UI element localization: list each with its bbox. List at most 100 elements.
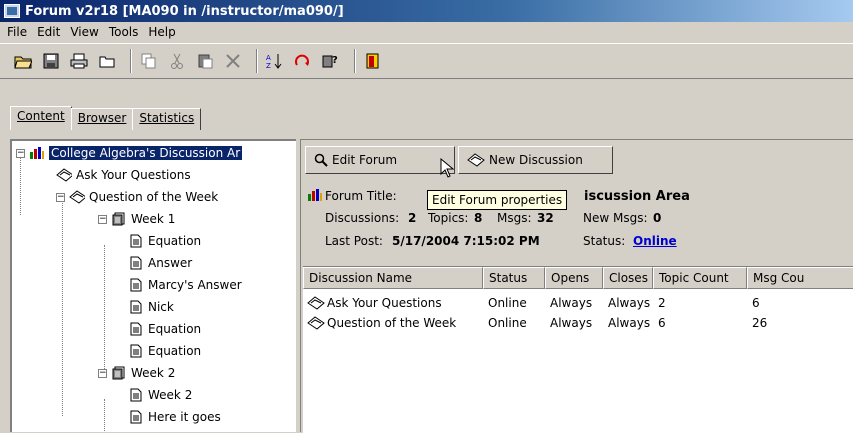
sort-icon[interactable]: AZ [264,50,286,72]
tooltip: Edit Forum properties [427,190,568,210]
discussion-icon [307,316,325,330]
message-icon [128,322,144,336]
column-topic-count[interactable]: Topic Count [653,267,747,289]
tree-item-message[interactable]: Equation [128,230,201,252]
new-msgs-label: New Msgs: [583,211,648,225]
save-icon[interactable] [40,50,62,72]
cell-topic-count: 6 [658,316,666,330]
collapse-icon[interactable]: − [98,368,107,378]
menu-file[interactable]: File [4,25,34,39]
cell-opens: Always [550,316,593,330]
status-link[interactable]: Online [633,234,677,248]
tab-browser[interactable]: Browser [70,108,134,130]
cut-icon[interactable] [166,50,188,72]
new-discussion-button[interactable]: New Discussion [458,146,613,174]
tree-item-message[interactable]: Here it goes [128,406,221,428]
tree-item-ask-your-questions[interactable]: Ask Your Questions [56,164,191,186]
toolbar-separator [256,49,258,73]
menu-help[interactable]: Help [145,25,182,39]
toolbar-separator [130,49,132,73]
menu-tools[interactable]: Tools [106,25,146,39]
message-icon [128,388,144,402]
discussions-value: 2 [408,211,417,225]
folder-icon[interactable] [96,50,118,72]
print-icon[interactable] [68,50,90,72]
refresh-icon[interactable] [292,50,314,72]
tree-item-message[interactable]: Answer [128,252,192,274]
window-title: Forum v2r18 [MA090 in /instructor/ma090/… [25,3,344,19]
topics-label: Topics: [428,211,469,225]
tree-item-week-2[interactable]: − Week 2 [98,362,175,384]
column-closes[interactable]: Closes [603,267,653,289]
column-opens[interactable]: Opens [545,267,603,289]
cell-msg-count: 6 [752,296,760,310]
paste-icon[interactable] [194,50,216,72]
help-icon[interactable]: ? [320,50,342,72]
discussion-list[interactable]: Discussion Name Status Opens Closes Topi… [303,266,853,433]
open-folder-icon[interactable] [12,50,34,72]
topics-value: 8 [474,211,483,225]
column-msg-count[interactable]: Msg Cou [747,267,853,289]
forum-icon [29,146,45,160]
menu-edit[interactable]: Edit [34,25,67,39]
tree-item-week-1[interactable]: − Week 1 [98,208,175,230]
svg-text:A: A [266,54,271,62]
tree-item-message[interactable]: Week 2 [128,384,192,406]
tree-line [62,201,63,416]
edit-forum-button[interactable]: Edit Forum [305,146,455,174]
menu-view[interactable]: View [67,25,105,39]
status-label: Status: [583,234,626,248]
forum-tree[interactable]: − College Algebra's Discussion Ar Ask Yo… [10,139,296,432]
message-icon [128,256,144,270]
forum-icon [307,188,323,205]
message-icon [128,300,144,314]
topic-icon [111,366,127,380]
msgs-label: Msgs: [497,211,532,225]
message-icon [128,410,144,424]
tree-line [104,245,105,371]
forum-title-value: iscussion Area [584,189,690,204]
app-icon [4,4,20,18]
menu-bar: File Edit View Tools Help [0,22,853,42]
tab-statistics[interactable]: Statistics [132,108,202,130]
tree-line [20,157,21,215]
cell-name: Ask Your Questions [303,296,483,310]
copy-icon[interactable] [138,50,160,72]
discussion-icon [307,296,325,310]
collapse-icon[interactable]: − [56,192,65,202]
cell-closes: Always [608,296,651,310]
svg-text:Z: Z [266,62,271,69]
discussion-icon [69,190,85,204]
delete-icon[interactable] [222,50,244,72]
message-icon [128,278,144,292]
collapse-icon[interactable]: − [16,148,25,158]
svg-text:?: ? [332,55,338,66]
exit-icon[interactable] [362,50,384,72]
tree-line [104,399,105,432]
tree-item-message[interactable]: Equation [128,340,201,362]
tree-item-message[interactable]: Nick [128,296,174,318]
column-status[interactable]: Status [483,267,545,289]
forum-title-label: Forum Title: [325,189,397,203]
message-icon [128,234,144,248]
discussion-icon [56,168,72,182]
column-discussion-name[interactable]: Discussion Name [303,267,483,289]
table-row[interactable]: Ask Your Questions Online Always Always … [303,293,853,313]
tree-item-message[interactable]: Marcy's Answer [128,274,242,296]
last-post-value: 5/17/2004 7:15:02 PM [392,234,540,248]
table-row[interactable]: Question of the Week Online Always Alway… [303,313,853,333]
discussions-label: Discussions: [325,211,400,225]
tree-item-root[interactable]: − College Algebra's Discussion Ar [16,142,243,164]
discussion-icon [467,153,485,167]
tab-content[interactable]: Content [10,106,72,130]
mouse-cursor-icon [440,157,455,178]
new-msgs-value: 0 [653,211,662,225]
cell-name: Question of the Week [303,316,483,330]
tree-item-question-of-the-week[interactable]: − Question of the Week [56,186,218,208]
search-icon [314,153,328,167]
tree-item-message[interactable]: Equation [128,318,201,340]
toolbar: AZ ? [0,43,853,79]
collapse-icon[interactable]: − [98,214,107,224]
msgs-value: 32 [537,211,554,225]
message-icon [128,344,144,358]
